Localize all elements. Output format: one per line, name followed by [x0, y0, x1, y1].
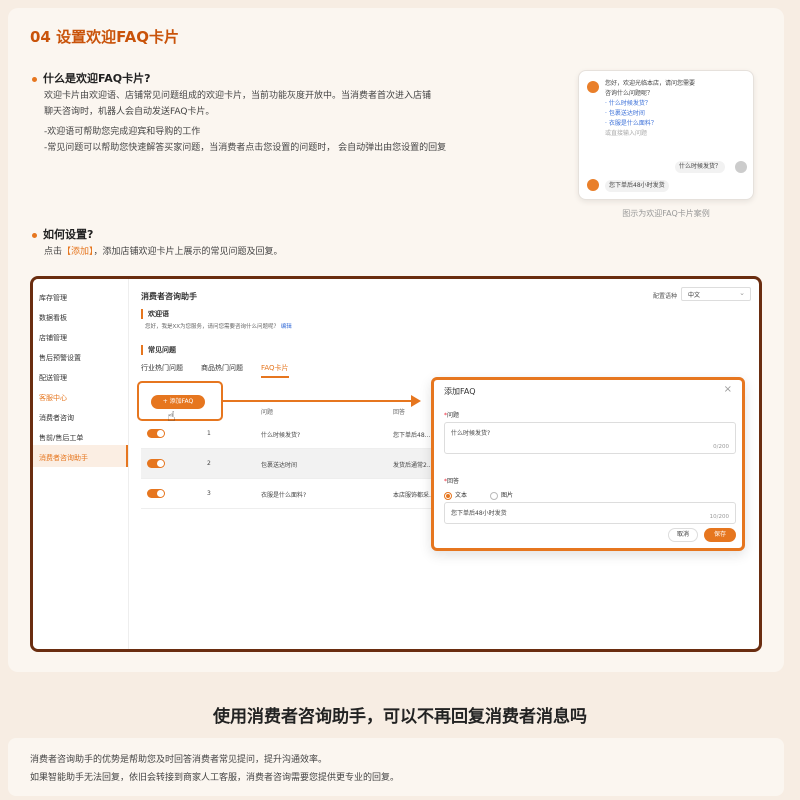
how-pre: 点击: [44, 247, 63, 257]
sidebar-item-inventory[interactable]: 库存管理: [39, 293, 67, 303]
what-heading-text: 什么是欢迎FAQ卡片?: [43, 72, 151, 85]
preview-link2: · 包裹送达时间: [605, 110, 645, 117]
cancel-button[interactable]: 取消: [668, 528, 698, 542]
add-faq-button[interactable]: + 添加FAQ: [151, 395, 205, 409]
answer-count: 10/200: [709, 514, 729, 520]
radio-image-label: 图片: [501, 492, 514, 499]
sidebar-item-store[interactable]: 店铺管理: [39, 333, 67, 343]
how-heading-text: 如何设置?: [43, 228, 94, 241]
lang-value: 中文: [688, 292, 701, 299]
arrow-line: [223, 400, 413, 402]
save-button[interactable]: 保存: [704, 528, 736, 542]
page-title: 消费者咨询助手: [141, 292, 197, 301]
sidebar-item-dashboard[interactable]: 数据看板: [39, 313, 67, 323]
row-number: 3: [207, 490, 211, 497]
preview-link1: · 什么时候发货？: [605, 100, 651, 107]
sidebar-item-assistant[interactable]: 消费者咨询助手: [39, 453, 88, 463]
tab-faq-card[interactable]: FAQ卡片: [261, 363, 289, 378]
row-answer: 发货后通常2...: [393, 462, 433, 469]
radio-on-icon: [444, 491, 452, 500]
bullet-icon: [32, 76, 37, 82]
user-avatar-icon: [735, 161, 747, 173]
welcome-text: 您好，我是XX为您服务，请问您需要咨询什么问题呢？ 编辑: [145, 322, 292, 330]
question-value: 什么时候发货?: [451, 430, 491, 437]
how-highlight: 【添加】: [62, 247, 94, 257]
enable-toggle[interactable]: [147, 429, 165, 438]
question-count: 0/200: [713, 444, 729, 450]
preview-greeting: 您好，欢迎光临本店，请问您需要 咨询什么问题呢？ · 什么时候发货？ · 包裹送…: [605, 79, 733, 139]
row-question: 衣服是什么面料?: [261, 492, 307, 499]
bottom-title: 使用消费者咨询助手，可以不再回复消费者消息吗: [213, 707, 587, 727]
preview-link3: · 衣服是什么面料？: [605, 120, 657, 127]
what-point1: -欢迎语可帮助您完成迎宾和导购的工作: [44, 127, 201, 137]
bottom-line2: 如果智能助手无法回复，依旧会转接到商家人工客服，消费者咨询需要您提供更专业的回复…: [30, 773, 400, 783]
chevron-down-icon: ⌄: [739, 289, 745, 297]
bot-avatar-icon-2: [587, 179, 599, 191]
dialog-title: 添加FAQ: [444, 387, 476, 396]
faq-heading: 常见问题: [141, 345, 176, 355]
what-line1: 欢迎卡片由欢迎语、店铺常见问题组成的欢迎卡片，当前功能灰度开放中。当消费者首次进…: [44, 91, 432, 101]
bot-avatar-icon: [587, 81, 599, 93]
answer-label: *回答: [444, 478, 460, 485]
row-number: 2: [207, 460, 211, 467]
greeting-line1: 您好，欢迎光临本店，请问您需要: [605, 80, 696, 87]
table-row: 2 包裹送达时间 发货后通常2...: [141, 449, 433, 479]
column-answer: 回答: [393, 409, 406, 416]
question-field[interactable]: 什么时候发货? 0/200: [444, 422, 736, 454]
table-row: 1 什么时候发货? 您下单后48...: [141, 419, 431, 449]
preview-hint: 或直接输入问题: [605, 130, 648, 137]
bottom-card: 消费者咨询助手的优势是帮助您及时回答消费者常见提问，提升沟通效率。 如果智能助手…: [8, 738, 784, 796]
row-question: 包裹送达时间: [261, 462, 298, 469]
bullet-icon: [32, 232, 37, 238]
question-label: *问题: [444, 412, 460, 419]
close-icon[interactable]: ×: [724, 384, 732, 395]
enable-toggle[interactable]: [147, 459, 165, 468]
app-screenshot-frame: 库存管理 数据看板 店铺管理 售后预警设置 配送管理 客服中心 消费者咨询 售前…: [30, 276, 762, 652]
welcome-heading: 欢迎语: [141, 309, 169, 319]
sidebar-item-consult[interactable]: 消费者咨询: [39, 413, 74, 423]
radio-text[interactable]: 文本: [444, 490, 467, 500]
tab-industry[interactable]: 行业热门问题: [141, 363, 183, 373]
radio-text-label: 文本: [455, 492, 468, 499]
sidebar-item-tickets[interactable]: 售前/售后工单: [39, 433, 83, 443]
answer-field[interactable]: 您下单后48小时发货 10/200: [444, 502, 736, 524]
what-line2: 聊天咨询时，机器人会自动发送FAQ卡片。: [44, 107, 215, 117]
row-answer: 本店服饰都采...: [393, 492, 435, 499]
row-number: 1: [207, 430, 211, 437]
bottom-line1: 消费者咨询助手的优势是帮助您及时回答消费者常见提问，提升沟通效率。: [30, 755, 328, 765]
arrow-right-icon: [411, 395, 421, 407]
enable-toggle[interactable]: [147, 489, 165, 498]
welcome-text-body: 您好，我是XX为您服务，请问您需要咨询什么问题呢？: [145, 324, 280, 330]
lang-select[interactable]: 中文 ⌄: [681, 287, 751, 301]
section-title: 04 设置欢迎FAQ卡片: [30, 28, 179, 46]
sidebar: 库存管理 数据看板 店铺管理 售后预警设置 配送管理 客服中心 消费者咨询 售前…: [33, 279, 129, 649]
how-post: ，添加店铺欢迎卡片上展示的常见问题及回复。: [93, 247, 283, 257]
sidebar-item-delivery[interactable]: 配送管理: [39, 373, 67, 383]
answer-label-text: 回答: [447, 478, 460, 485]
greeting-line2: 咨询什么问题呢？: [605, 90, 654, 97]
table-row: 3 衣服是什么面料? 本店服饰都采...: [141, 479, 435, 509]
radio-image[interactable]: 图片: [490, 490, 513, 500]
row-question: 什么时候发货?: [261, 432, 301, 439]
sidebar-item-service-center[interactable]: 客服中心: [39, 393, 67, 403]
answer-value: 您下单后48小时发货: [451, 510, 507, 517]
preview-caption: 图示为欢迎FAQ卡片案例: [622, 209, 710, 218]
row-answer: 您下单后48...: [393, 432, 431, 439]
user-message: 什么时候发货？: [675, 161, 726, 173]
add-faq-dialog: 添加FAQ × *问题 什么时候发货? 0/200 *回答 文本 图片 您下单后…: [431, 377, 745, 551]
how-text: 点击【添加】，添加店铺欢迎卡片上展示的常见问题及回复。: [44, 244, 283, 260]
question-label-text: 问题: [447, 412, 460, 419]
tab-product[interactable]: 商品热门问题: [201, 363, 243, 373]
column-question: 问题: [261, 409, 274, 416]
radio-off-icon: [490, 491, 498, 500]
lang-label: 配置语种: [653, 293, 678, 300]
bot-reply: 您下单后48小时发货: [605, 180, 669, 192]
welcome-edit-link[interactable]: 编辑: [281, 324, 292, 330]
pointer-cursor-icon: ☝: [167, 409, 176, 425]
how-heading: 如何设置?: [32, 226, 93, 242]
faq-card-preview: 您好，欢迎光临本店，请问您需要 咨询什么问题呢？ · 什么时候发货？ · 包裹送…: [578, 70, 754, 200]
what-point2: -常见问题可以帮助您快速解答买家问题，当消费者点击您设置的问题时， 会自动弹出由…: [44, 143, 447, 153]
sidebar-item-aftersale-alert[interactable]: 售后预警设置: [39, 353, 81, 363]
what-heading: 什么是欢迎FAQ卡片?: [32, 70, 151, 86]
